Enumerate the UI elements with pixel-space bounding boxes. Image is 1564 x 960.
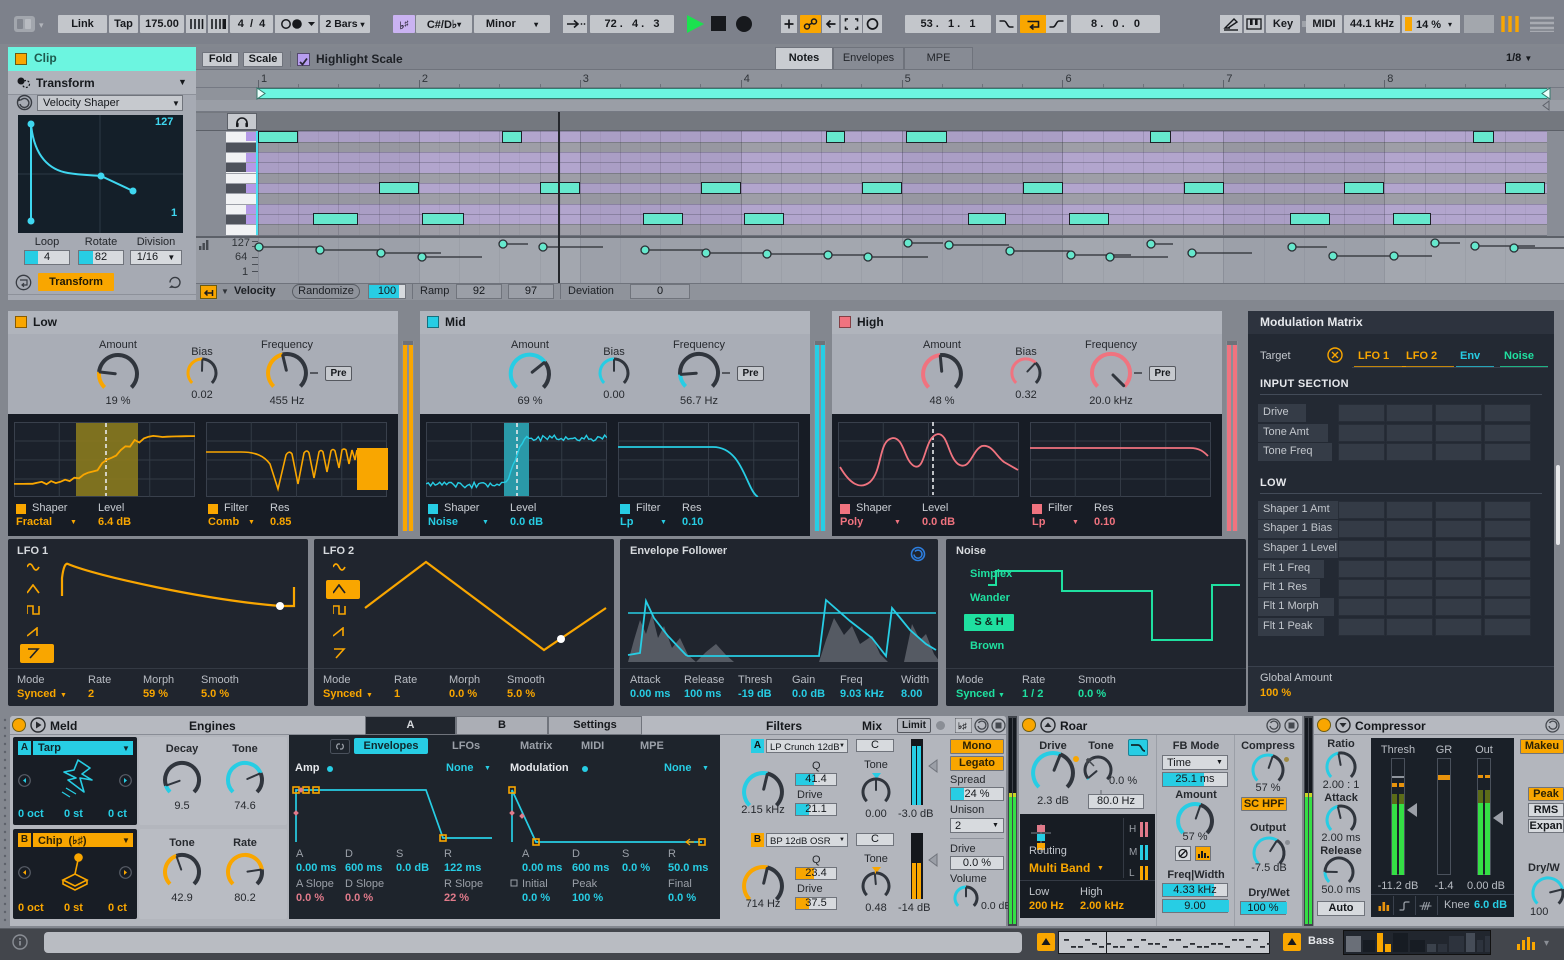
svg-text:♭♯: ♭♯ — [958, 721, 967, 731]
